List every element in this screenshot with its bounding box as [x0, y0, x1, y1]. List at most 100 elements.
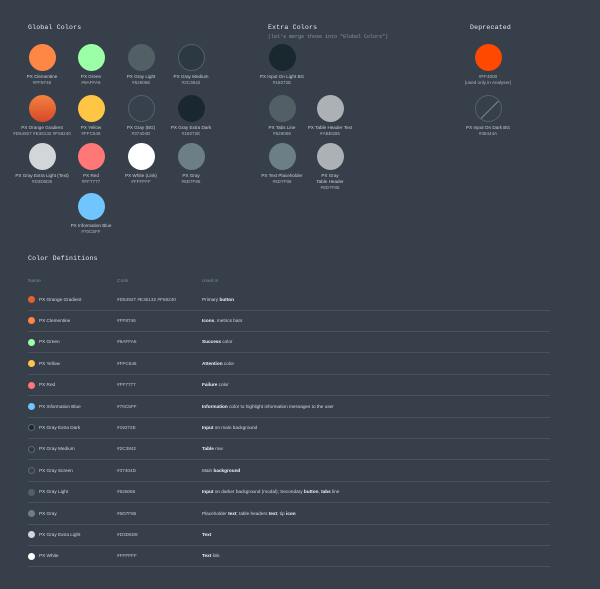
usage-text: Main: [202, 467, 214, 473]
color-dot: [28, 360, 35, 368]
color-swatch: PX Gray #6D7F86: [161, 143, 221, 185]
usage-text: ; table headers: [236, 510, 269, 516]
usage-keyword: button: [303, 489, 319, 495]
color-code: #2C3842: [117, 446, 137, 452]
column-header-code: Code: [117, 279, 129, 284]
usage-text: on main background: [213, 424, 258, 430]
usage-keyword: Text: [202, 531, 212, 537]
swatch-note: (used only in Analyser): [464, 80, 512, 85]
usage-keyword: text: [268, 510, 278, 516]
color-usage: Attention color: [202, 361, 234, 366]
usage-keyword: Attention: [202, 360, 223, 366]
swatch-code: #6D7F86: [320, 185, 340, 190]
color-swatch: PX Input On Light BG #19272E: [252, 44, 312, 86]
color-dot: [28, 338, 35, 346]
usage-text: color: [217, 382, 229, 388]
color-code: #19272E: [117, 424, 136, 430]
color-code: #FF8746: [117, 317, 136, 323]
swatch-code: #19272E: [181, 131, 201, 136]
swatch-circle: [77, 95, 105, 122]
usage-text: line: [330, 489, 340, 495]
color-dot: [28, 467, 35, 475]
color-usage: Information color to highlight informati…: [202, 404, 334, 409]
usage-keyword: background: [213, 467, 241, 473]
color-name: PX Green: [39, 339, 60, 345]
color-name: PX Gray Extra Dark: [39, 424, 81, 430]
swatch-circle: [28, 143, 56, 170]
color-code: #526066: [117, 489, 136, 495]
color-code: #70C5FF: [117, 403, 137, 409]
swatch-code: #70C5FF: [81, 229, 101, 234]
table-row: PX Red #FF7777 Failure color: [28, 375, 550, 397]
color-name: PX Gray Medium: [39, 446, 75, 452]
color-name: PX Clementine: [39, 317, 71, 323]
table-row: PX Gray Screen #37404D Main background: [28, 460, 550, 482]
table-row: PX Green #9AFFA6 Success color: [28, 332, 550, 354]
table-row: PX Clementine #FF8746 Icons, metrics bars: [28, 310, 550, 332]
color-usage: Failure color: [202, 382, 229, 387]
usage-keyword: Information: [202, 403, 228, 409]
swatch-code: #6D7F86: [181, 179, 201, 184]
swatch-circle: [268, 44, 296, 71]
swatch-circle: [177, 143, 205, 170]
color-dot: [28, 488, 35, 496]
color-usage: Input on main background: [202, 425, 257, 430]
global-colors-title: Global Colors: [28, 24, 82, 31]
swatch-code: #ABB1B5: [320, 131, 340, 136]
color-dot: [28, 424, 35, 432]
color-name: PX Orange Gradient: [39, 296, 82, 302]
color-name: PX White: [39, 553, 59, 559]
swatch-circle: [177, 95, 205, 122]
color-swatch: PX Table Header Text #ABB1B5: [300, 95, 360, 137]
usage-text: row: [213, 446, 223, 452]
color-name: PX Red: [39, 382, 56, 388]
color-name: PX Gray Extra Light: [39, 531, 81, 537]
swatch-circle: [28, 44, 56, 71]
color-name: PX Gray Screen: [39, 467, 73, 473]
usage-text: color to highlight information messages …: [227, 403, 334, 409]
color-definitions-title: Color Definitions: [28, 255, 98, 262]
extra-colors-title: Extra Colors: [268, 24, 318, 31]
usage-keyword: Text: [202, 553, 212, 559]
table-row: PX Information Blue #70C5FF Information co…: [28, 396, 550, 418]
usage-text: color: [221, 339, 233, 345]
color-code: #FFC646: [117, 360, 137, 366]
usage-keyword: button: [219, 296, 235, 302]
color-swatch: PX Gray Medium #2C3842: [161, 44, 221, 86]
color-code: #37404D: [117, 467, 137, 473]
extra-colors-subtitle: (let's merge those into "Global Colors"): [268, 34, 389, 40]
color-code: #9AFFA6: [117, 339, 137, 345]
color-dot: [28, 552, 35, 560]
color-usage: Main background: [202, 468, 240, 473]
color-usage: Table row: [202, 446, 223, 451]
usage-keyword: tabs: [321, 489, 331, 495]
color-usage: Text: [202, 532, 211, 537]
usage-keyword: Input: [202, 489, 214, 495]
deprecated-title: Deprecated: [470, 24, 512, 31]
color-usage: Icons, metrics bars: [202, 318, 242, 323]
swatch-code: #19272E: [272, 80, 292, 85]
color-dot: [28, 317, 35, 325]
usage-text: Primary: [202, 296, 220, 302]
color-code: #FF7777: [117, 382, 136, 388]
usage-text: link: [211, 553, 220, 559]
table-row: PX Yellow #FFC646 Attention color: [28, 353, 550, 375]
swatch-circle: [77, 143, 105, 170]
table-row: PX Orange Gradient #D54927 #E36132 #F5824…: [28, 289, 550, 311]
color-name: PX Yellow: [39, 360, 60, 366]
swatch-circle: [77, 44, 105, 71]
swatch-code: #2C3842: [181, 80, 201, 85]
color-code: #FFFFFF: [117, 553, 137, 559]
swatch-circle: [77, 193, 105, 220]
usage-keyword: Table: [202, 446, 214, 452]
color-name: PX Information Blue: [39, 403, 81, 409]
swatch-circle: [177, 44, 205, 71]
column-header-name: Name: [28, 279, 41, 284]
color-name: PX Gray Light: [39, 489, 69, 495]
swatch-circle: [127, 95, 155, 122]
swatch-circle: [127, 143, 155, 170]
usage-text: on darker background (modal); Secondary: [213, 489, 304, 495]
color-dot: [28, 445, 35, 453]
color-code: #D54927 #E36132 #F58240: [117, 296, 176, 302]
table-row: PX Gray Light #526066 Input on darker back…: [28, 482, 550, 504]
